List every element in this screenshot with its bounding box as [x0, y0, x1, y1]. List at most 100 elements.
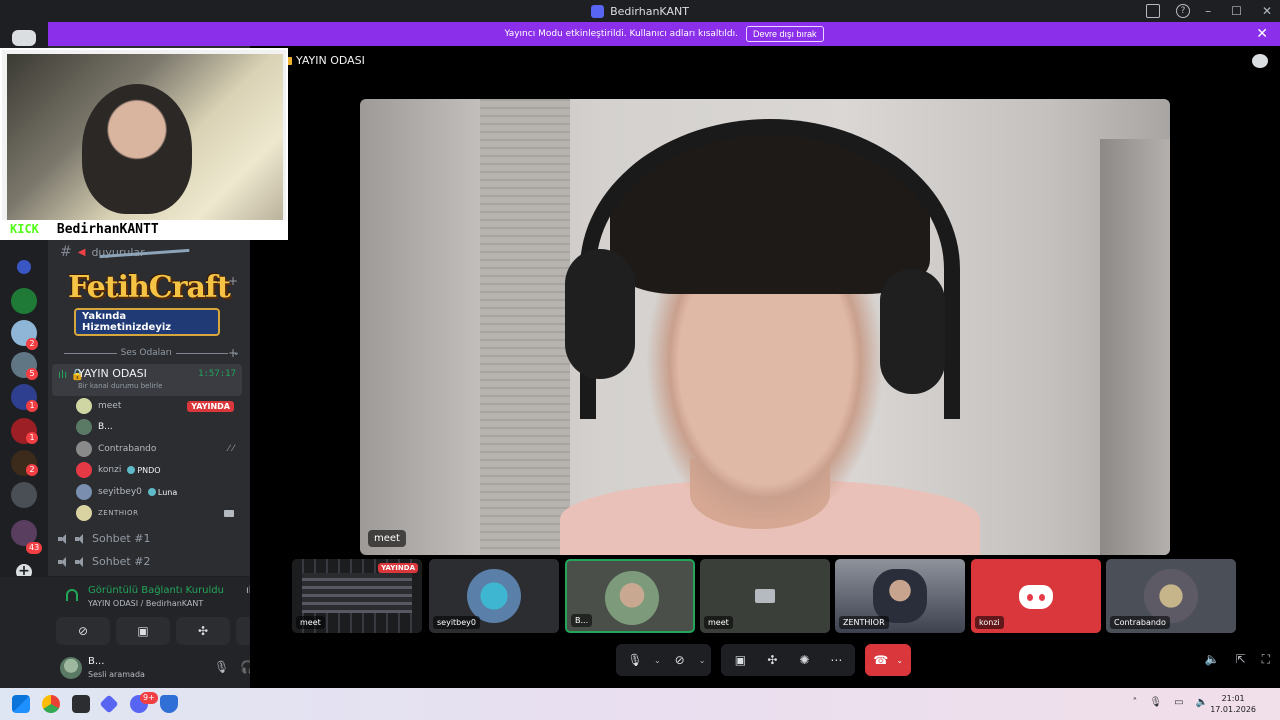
avatar[interactable]	[60, 657, 82, 679]
streamer-mode-banner: Yayıncı Modu etkinleştirildi. Kullanıcı …	[48, 22, 1280, 46]
microphone-button[interactable]: 🎙	[622, 647, 648, 673]
member-name: B...	[98, 422, 113, 432]
chat-bubble-icon[interactable]	[1252, 54, 1268, 68]
chrome-icon[interactable]	[42, 695, 60, 713]
discord-logo-icon	[1019, 585, 1053, 609]
shield-icon[interactable]	[160, 695, 178, 713]
title-bar: BedirhanKANT ? – ☐ ✕	[0, 0, 1280, 22]
signal-icon[interactable]	[66, 589, 78, 601]
window-title: BedirhanKANT	[610, 4, 689, 18]
chevron-down-icon[interactable]: ⌄	[896, 656, 903, 665]
participant-tile[interactable]: Contrabando	[1106, 559, 1236, 633]
tile-label: meet	[296, 616, 325, 629]
server-icon[interactable]	[17, 260, 31, 274]
voice-channel-yayin-odasi[interactable]: ılı 🔒 YAYIN ODASI 1:57:17 Bir kanal duru…	[52, 364, 242, 396]
member-name: seyitbey0	[98, 487, 142, 497]
leave-call-button[interactable]: ☎ ⌄	[865, 644, 912, 676]
activities-button[interactable]: ✣	[176, 617, 230, 645]
unread-badge: 2	[26, 464, 38, 476]
close-icon[interactable]: ✕	[1256, 26, 1268, 42]
avatar	[76, 398, 92, 414]
maximize-button[interactable]: ☐	[1231, 4, 1242, 18]
inbox-icon[interactable]	[1146, 4, 1160, 18]
speaker-icon	[58, 556, 69, 567]
screen-share-button[interactable]: ▣	[727, 647, 753, 673]
help-icon[interactable]: ?	[1176, 4, 1190, 18]
participant-tile[interactable]: konzi	[971, 559, 1101, 633]
audio-video-group: 🎙 ⌄ ⊘ ⌄	[616, 644, 712, 676]
headset-earcup	[880, 269, 945, 394]
video-owner-label: meet	[368, 530, 406, 547]
participant-tiles: YAYINDA meet seyitbey0 B... meet ZENTHIO…	[292, 559, 1242, 635]
voice-channel-sohbet-2[interactable]: Sohbet #2	[58, 555, 150, 568]
channel-status[interactable]: Bir kanal durumu belirle	[78, 382, 162, 390]
voice-member[interactable]: meet YAYINDA	[76, 397, 246, 415]
chevron-up-icon[interactable]: ˄	[1132, 697, 1137, 708]
volume-icon[interactable]: 🔈	[1205, 652, 1220, 667]
microphone-icon[interactable]: 🎙	[214, 660, 229, 674]
category-name: Ses Odaları	[120, 348, 172, 358]
call-controls: 🎙 ⌄ ⊘ ⌄ ▣ ✣ ✺ ⋯ ☎ ⌄	[616, 644, 912, 676]
voice-channel-sohbet-1[interactable]: Sohbet #1	[58, 532, 150, 545]
clock[interactable]: 21:01 17.01.2026	[1210, 693, 1256, 715]
stage-right-controls: 🔈 ⇱ ⛶	[1205, 652, 1270, 667]
stage-header: YAYIN ODASI	[284, 54, 365, 67]
connection-location[interactable]: YAYIN ODASI / BedirhanKANT	[88, 599, 203, 608]
streamer-webcam-overlay: KICK BedirhanKANTT	[0, 48, 288, 240]
channel-name: Sohbet #2	[92, 555, 151, 568]
participant-tile[interactable]: YAYINDA meet	[292, 559, 422, 633]
minimize-button[interactable]: –	[1205, 4, 1211, 18]
display-icon[interactable]: ▭	[1174, 697, 1183, 708]
microphone-icon[interactable]: 🎙	[1149, 697, 1162, 708]
voice-member[interactable]: Contrabando ⁄ ⁄	[76, 440, 246, 458]
channel-name: Sohbet #1	[92, 532, 151, 545]
webcam-nameplate: KICK BedirhanKANTT	[2, 220, 286, 238]
participant-tile[interactable]: meet	[700, 559, 830, 633]
activities-button[interactable]: ✣	[759, 647, 785, 673]
kick-app-icon[interactable]	[72, 695, 90, 713]
screen-share-button[interactable]: ▣	[116, 617, 170, 645]
streamer-figure	[82, 84, 192, 214]
voice-category-header[interactable]: Ses Odaları ⌄	[60, 348, 240, 358]
connection-status[interactable]: Görüntülü Bağlantı Kuruldu	[88, 585, 224, 596]
speaker-icon	[75, 533, 86, 544]
voice-member[interactable]: B...	[76, 418, 246, 436]
pop-out-icon[interactable]: ⇱	[1236, 652, 1246, 667]
participant-tile[interactable]: seyitbey0	[429, 559, 559, 633]
member-name: ZENTHIOR	[98, 509, 139, 517]
fullscreen-icon[interactable]: ⛶	[1262, 652, 1270, 667]
date: 17.01.2026	[1210, 705, 1256, 714]
live-badge: YAYINDA	[378, 563, 418, 573]
tile-label: ZENTHIOR	[839, 616, 889, 629]
camera-off-button[interactable]: ⊘	[56, 617, 110, 645]
volume-icon[interactable]: 🔈	[1196, 697, 1208, 708]
close-window-button[interactable]: ✕	[1262, 4, 1272, 18]
avatar	[76, 484, 92, 500]
focused-video[interactable]: meet	[360, 99, 1170, 555]
member-name: Contrabando	[98, 444, 157, 454]
chevron-down-icon[interactable]: ⌄	[654, 656, 661, 665]
participant-tile[interactable]: ZENTHIOR	[835, 559, 965, 633]
voice-member[interactable]: konzi PNDO	[76, 461, 246, 479]
user-name[interactable]: B...	[88, 656, 104, 667]
participant-tile[interactable]: B...	[565, 559, 695, 633]
server-icon[interactable]	[11, 288, 37, 314]
start-icon[interactable]	[12, 695, 30, 713]
window-blind	[480, 99, 570, 555]
chevron-down-icon[interactable]: ⌄	[699, 656, 706, 665]
camera-toggle-button[interactable]: ⊘	[667, 647, 693, 673]
soundboard-button[interactable]: ✺	[791, 647, 817, 673]
app-icon[interactable]	[99, 694, 119, 714]
live-badge: YAYINDA	[187, 400, 234, 412]
voice-member[interactable]: ZENTHIOR	[76, 504, 246, 522]
door	[1100, 139, 1170, 555]
call-stage: YAYIN ODASI meet YAYINDA meet seyitbey0	[250, 46, 1280, 688]
discord-home-icon[interactable]	[12, 30, 36, 46]
member-name: konzi	[98, 465, 122, 475]
streamer-name: BedirhanKANTT	[56, 221, 159, 237]
server-folder-icon[interactable]	[11, 482, 37, 508]
disable-streamer-mode-button[interactable]: Devre dışı bırak	[746, 26, 824, 42]
voice-member[interactable]: seyitbey0 Luna	[76, 483, 246, 501]
more-options-button[interactable]: ⋯	[823, 647, 849, 673]
add-channel-icon[interactable]: +	[228, 346, 238, 360]
